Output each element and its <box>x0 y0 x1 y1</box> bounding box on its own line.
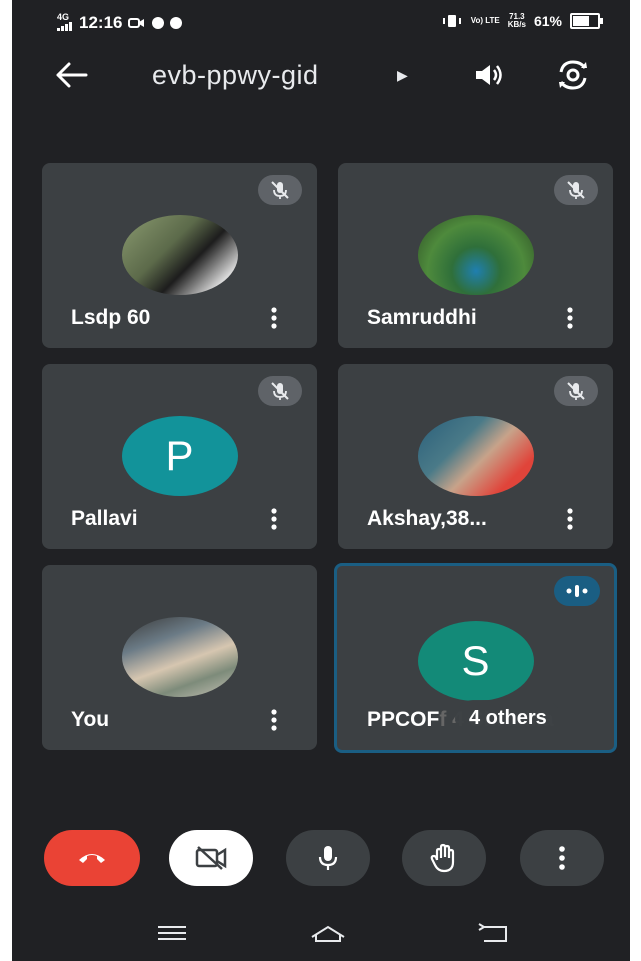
participant-avatar-photo <box>417 416 534 496</box>
mic-off-icon <box>567 382 585 400</box>
network-indicator: 4G <box>57 13 73 33</box>
camera-off-icon <box>195 846 227 870</box>
muted-badge <box>258 175 302 205</box>
participant-avatar-photo <box>121 617 238 697</box>
participant-tile-lsdp-60[interactable]: Lsdp 60 <box>42 163 317 348</box>
battery-icon <box>570 13 603 29</box>
meeting-header: evb-ppwy-gid ▶ <box>12 50 630 100</box>
back-arrow-icon[interactable] <box>54 60 90 90</box>
end-call-button[interactable] <box>44 830 140 886</box>
avatar-initial: P <box>165 432 194 479</box>
participant-options-icon[interactable] <box>565 306 575 330</box>
system-navigation-bar <box>12 905 630 961</box>
network-speed: 71.3 KB/s <box>508 13 526 29</box>
participant-avatar-letter: S <box>417 621 534 701</box>
participant-tile-others[interactable]: S PPCOFf 4 Shrutika 4 others <box>334 563 617 753</box>
speaking-indicator <box>554 576 600 606</box>
raise-hand-icon <box>430 843 455 873</box>
more-vert-icon <box>559 846 565 870</box>
participant-name: Pallavi <box>71 507 138 530</box>
participant-name: Akshay,38... <box>367 507 487 530</box>
more-options-button[interactable] <box>520 830 604 886</box>
video-notification-icon <box>128 18 145 28</box>
speaker-icon[interactable] <box>472 60 506 90</box>
status-bar: 4G 12:16 Vo) LTE 71.3 KB/s 61% <box>12 0 630 44</box>
participant-avatar-letter: P <box>121 416 238 496</box>
muted-badge <box>554 175 598 205</box>
hang-up-icon <box>79 854 105 863</box>
mic-off-icon <box>567 181 585 199</box>
switch-camera-icon[interactable] <box>555 58 591 92</box>
participant-options-icon[interactable] <box>269 708 279 732</box>
participant-options-icon[interactable] <box>269 507 279 531</box>
signal-icon <box>57 22 72 31</box>
message-icon <box>170 17 183 29</box>
back-nav-icon[interactable] <box>474 919 514 947</box>
participant-name-visible: PPCOF <box>367 708 440 731</box>
mic-off-icon <box>271 181 289 199</box>
participant-avatar-photo <box>121 215 238 295</box>
participant-tile-samruddhi[interactable]: Samruddhi <box>338 163 613 348</box>
microphone-icon <box>318 846 338 870</box>
network-type: 4G <box>57 12 70 22</box>
avatar-initial: S <box>461 637 490 684</box>
volte-indicator: Vo) LTE <box>470 16 500 25</box>
meeting-code[interactable]: evb-ppwy-gid <box>152 60 319 91</box>
recent-apps-icon[interactable] <box>152 919 192 947</box>
participant-options-icon[interactable] <box>269 306 279 330</box>
microphone-button[interactable] <box>286 830 370 886</box>
audio-wave-icon <box>566 585 588 597</box>
muted-badge <box>258 376 302 406</box>
participant-options-icon[interactable] <box>565 507 575 531</box>
others-count-pill[interactable]: 4 others <box>455 700 561 736</box>
whatsapp-icon <box>152 17 165 29</box>
vibrate-icon <box>442 15 461 27</box>
participant-tile-pallavi[interactable]: P Pallavi <box>42 364 317 549</box>
participant-avatar-photo <box>417 215 534 295</box>
home-icon[interactable] <box>308 919 348 947</box>
speed-unit: KB/s <box>507 20 526 29</box>
muted-badge <box>554 376 598 406</box>
call-controls <box>12 830 630 890</box>
participant-name: Samruddhi <box>367 306 477 329</box>
clock: 12:16 <box>79 13 123 32</box>
participant-name: You <box>71 708 110 731</box>
phone-screen: 4G 12:16 Vo) LTE 71.3 KB/s 61% evb-ppwy-… <box>12 0 630 961</box>
battery-percent: 61% <box>533 13 562 29</box>
mic-off-icon <box>271 382 289 400</box>
camera-toggle-button[interactable] <box>169 830 253 886</box>
participant-tile-you[interactable]: You <box>42 565 317 750</box>
raise-hand-button[interactable] <box>402 830 486 886</box>
meeting-details-caret-icon[interactable]: ▶ <box>397 67 408 84</box>
participant-name: Lsdp 60 <box>71 306 151 329</box>
participant-tile-akshay[interactable]: Akshay,38... <box>338 364 613 549</box>
